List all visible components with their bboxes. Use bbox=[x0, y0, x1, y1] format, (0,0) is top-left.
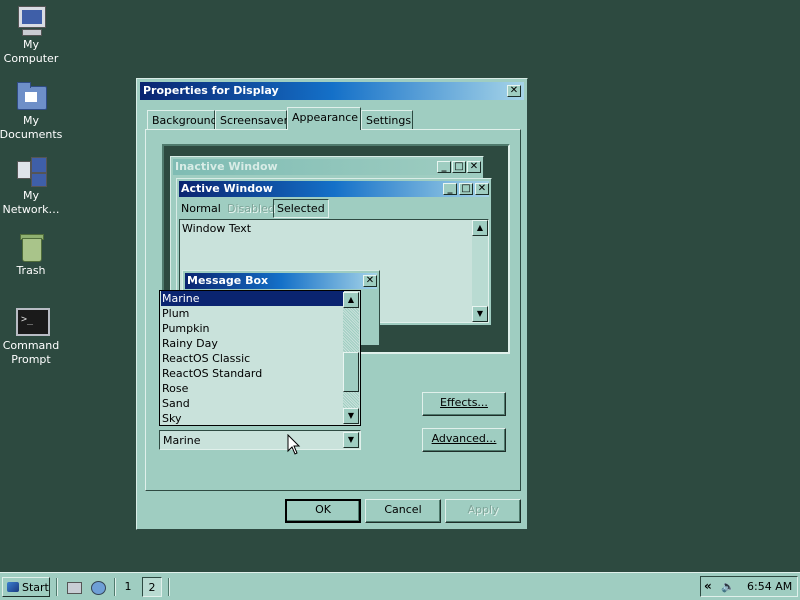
scroll-up-icon[interactable]: ▲ bbox=[343, 292, 359, 308]
dialog-title: Properties for Display bbox=[143, 84, 279, 97]
taskbar-separator bbox=[114, 578, 116, 596]
tab-screensaver[interactable]: Screensaver bbox=[215, 110, 288, 129]
system-tray: « 🔈 6:54 AM bbox=[700, 576, 798, 597]
taskbar: Start 1 2 « 🔈 6:54 AM bbox=[0, 572, 800, 600]
chevron-down-icon[interactable]: ▼ bbox=[343, 432, 359, 448]
close-icon: ✕ bbox=[363, 275, 377, 287]
volume-icon[interactable]: 🔈 bbox=[721, 580, 735, 594]
list-item-rose[interactable]: Rose bbox=[161, 381, 344, 396]
scroll-down-icon[interactable]: ▼ bbox=[343, 408, 359, 424]
menu-selected: Selected bbox=[273, 199, 329, 218]
workspace-2-button[interactable]: 2 bbox=[142, 577, 162, 597]
list-item-marine[interactable]: Marine bbox=[161, 291, 344, 306]
clock[interactable]: 6:54 AM bbox=[747, 580, 792, 593]
inactive-window-title: Inactive Window bbox=[175, 160, 278, 173]
desktop-icon-my-network[interactable]: My Network… bbox=[0, 155, 66, 217]
taskbar-separator bbox=[56, 578, 58, 596]
advanced-button[interactable]: Advanced... bbox=[422, 428, 506, 452]
color-scheme-dropdown-list[interactable]: Marine Plum Pumpkin Rainy Day ReactOS Cl… bbox=[159, 290, 361, 426]
preview-scrollbar: ▲ ▼ bbox=[472, 220, 488, 322]
scroll-up-icon: ▲ bbox=[472, 220, 488, 236]
list-item-rainy-day[interactable]: Rainy Day bbox=[161, 336, 344, 351]
show-desktop-icon[interactable] bbox=[66, 579, 82, 595]
active-titlebar: Active Window _ □ ✕ bbox=[179, 181, 489, 197]
list-item-pumpkin[interactable]: Pumpkin bbox=[161, 321, 344, 336]
color-scheme-combo[interactable]: Marine ▼ bbox=[159, 430, 361, 450]
command-prompt-icon bbox=[15, 305, 50, 337]
dropdown-scrollbar[interactable]: ▲ ▼ bbox=[343, 292, 359, 424]
window-text: Window Text bbox=[182, 222, 252, 235]
advanced-button-label: Advanced... bbox=[431, 432, 497, 445]
tray-expand-icon[interactable]: « bbox=[704, 579, 712, 593]
message-box-title: Message Box bbox=[187, 274, 269, 287]
desktop-icon-my-computer[interactable]: My Computer bbox=[0, 4, 66, 66]
tab-background[interactable]: Background bbox=[147, 110, 218, 129]
scroll-thumb[interactable] bbox=[343, 352, 359, 392]
desktop-icon-trash[interactable]: Trash bbox=[0, 230, 66, 278]
close-icon: ✕ bbox=[475, 183, 489, 195]
effects-button-label: Effects... bbox=[440, 396, 488, 409]
network-icon bbox=[15, 155, 47, 187]
list-item-plum[interactable]: Plum bbox=[161, 306, 344, 321]
start-button[interactable]: Start bbox=[2, 577, 50, 597]
apply-button[interactable]: Apply bbox=[445, 499, 521, 523]
desktop-icon-label: My Network… bbox=[2, 189, 60, 216]
documents-folder-icon bbox=[15, 80, 47, 112]
tab-appearance[interactable]: Appearance bbox=[287, 107, 361, 130]
list-item-reactos-standard[interactable]: ReactOS Standard bbox=[161, 366, 344, 381]
list-item-reactos-classic[interactable]: ReactOS Classic bbox=[161, 351, 344, 366]
computer-icon bbox=[15, 4, 47, 36]
desktop-icon-command-prompt[interactable]: Command Prompt bbox=[0, 305, 66, 367]
trash-icon bbox=[15, 230, 47, 262]
dialog-titlebar[interactable]: Properties for Display ✕ bbox=[140, 82, 524, 100]
desktop-icon-label: My Documents bbox=[0, 114, 63, 141]
desktop-icon-my-documents[interactable]: My Documents bbox=[0, 80, 66, 142]
maximize-icon: □ bbox=[459, 183, 473, 195]
cancel-button[interactable]: Cancel bbox=[365, 499, 441, 523]
scroll-down-icon: ▼ bbox=[472, 306, 488, 322]
active-window-title: Active Window bbox=[181, 182, 273, 195]
menu-disabled: Disabled bbox=[227, 202, 275, 215]
ok-button[interactable]: OK bbox=[285, 499, 361, 523]
tab-settings[interactable]: Settings bbox=[361, 110, 413, 129]
desktop-icon-label: Trash bbox=[16, 264, 46, 277]
effects-button[interactable]: Effects... bbox=[422, 392, 506, 416]
menu-normal: Normal bbox=[181, 202, 221, 215]
taskbar-separator bbox=[168, 578, 170, 596]
color-scheme-value: Marine bbox=[163, 434, 201, 447]
mouse-cursor-icon bbox=[287, 434, 301, 455]
list-item-sky[interactable]: Sky bbox=[161, 411, 344, 426]
minimize-icon: _ bbox=[437, 161, 451, 173]
minimize-icon: _ bbox=[443, 183, 457, 195]
desktop-icon-label: Command Prompt bbox=[2, 339, 60, 366]
close-icon[interactable]: ✕ bbox=[507, 85, 521, 97]
desktop-icon-label: My Computer bbox=[3, 38, 59, 65]
start-button-label: Start bbox=[22, 581, 49, 594]
workspace-1-button[interactable]: 1 bbox=[118, 577, 138, 597]
browser-icon[interactable] bbox=[90, 579, 106, 595]
inactive-titlebar: Inactive Window _ □ ✕ bbox=[173, 159, 481, 175]
start-logo-icon bbox=[7, 582, 19, 592]
maximize-icon: □ bbox=[452, 161, 466, 173]
list-item-sand[interactable]: Sand bbox=[161, 396, 344, 411]
close-icon: ✕ bbox=[467, 161, 481, 173]
message-box-titlebar: Message Box ✕ bbox=[185, 273, 377, 289]
